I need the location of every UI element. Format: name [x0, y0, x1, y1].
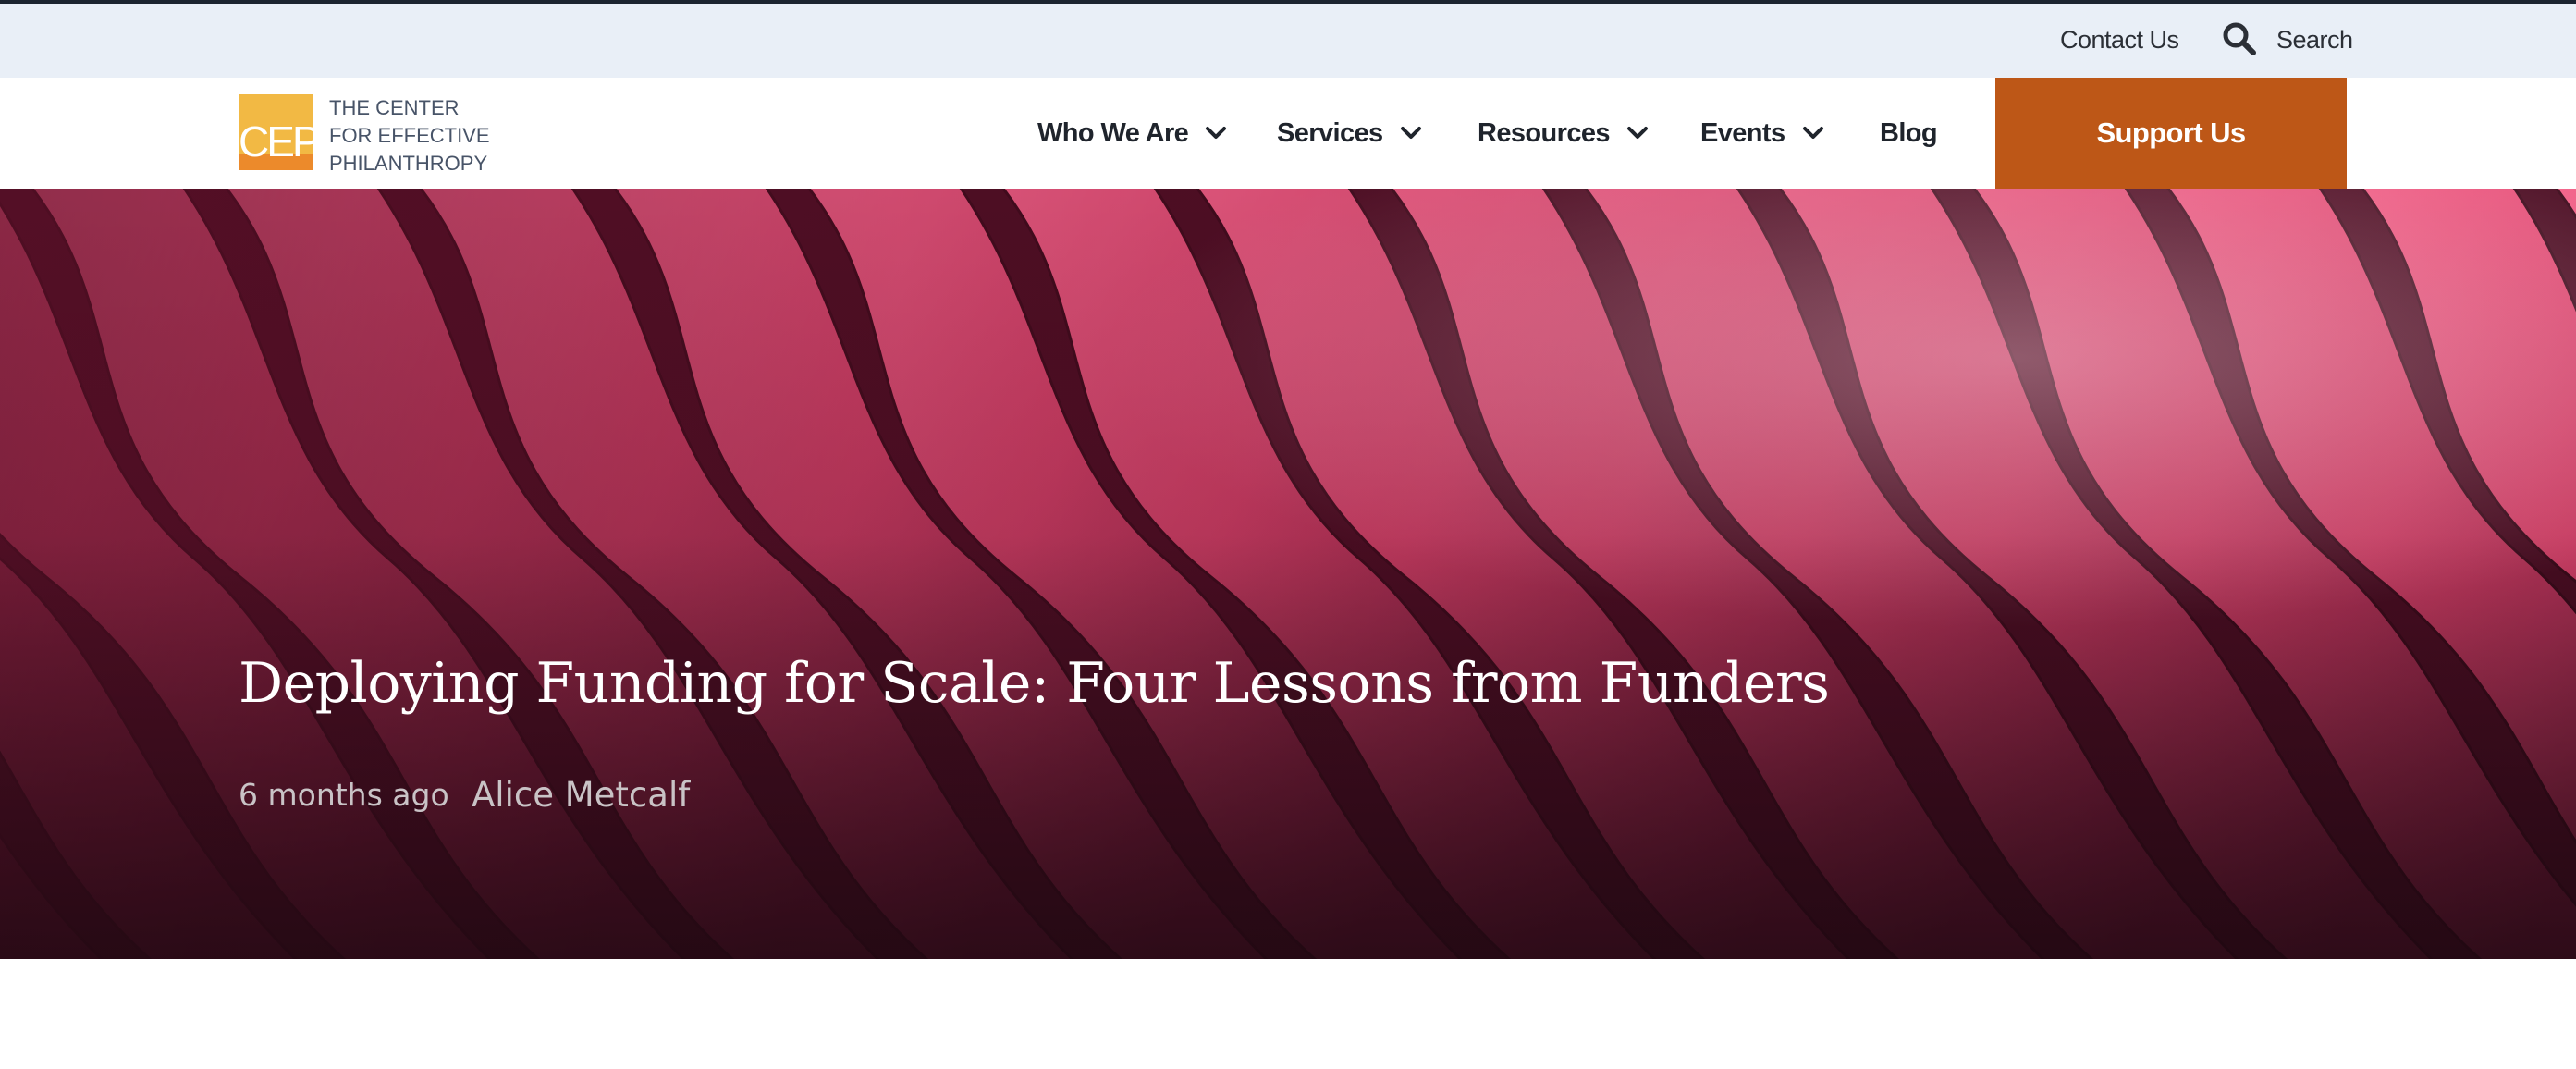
article-title: Deploying Funding for Scale: Four Lesson…	[239, 651, 1830, 716]
nav-item-who-we-are[interactable]: Who We Are	[1037, 115, 1227, 152]
logo-wordmark[interactable]: THE CENTER FOR EFFECTIVE PHILANTHROPY	[329, 94, 551, 178]
chevron-down-icon	[1400, 127, 1421, 139]
nav-item-label: Services	[1277, 117, 1383, 148]
hero-banner: Deploying Funding for Scale: Four Lesson…	[0, 189, 2576, 959]
nav-item-services[interactable]: Services	[1277, 115, 1422, 152]
nav-item-resources[interactable]: Resources	[1478, 115, 1649, 152]
chevron-down-icon	[1626, 127, 1648, 139]
logo-line: THE CENTER	[329, 96, 460, 119]
support-us-button[interactable]: Support Us	[1995, 78, 2347, 189]
logo-mark: CEP	[239, 117, 313, 166]
main-navigation: CEP THE CENTER FOR EFFECTIVE PHILANTHROP…	[0, 78, 2576, 189]
search-link[interactable]: Search	[2276, 26, 2353, 55]
contact-us-link[interactable]: Contact Us	[2060, 26, 2179, 55]
cep-logo[interactable]: CEP	[239, 94, 313, 170]
nav-item-label: Blog	[1880, 117, 1938, 148]
nav-item-events[interactable]: Events	[1700, 115, 1824, 152]
chevron-down-icon	[1206, 127, 1227, 139]
search-icon[interactable]	[2221, 20, 2258, 57]
article-date: 6 months ago	[239, 777, 449, 813]
nav-item-blog[interactable]: Blog	[1880, 115, 1938, 152]
article-author[interactable]: Alice Metcalf	[472, 775, 690, 815]
hero-background-image	[0, 189, 2576, 959]
nav-item-label: Events	[1700, 117, 1785, 148]
logo-line: PHILANTHROPY	[329, 152, 488, 175]
nav-item-label: Who We Are	[1037, 117, 1189, 148]
nav-item-label: Resources	[1478, 117, 1611, 148]
utility-bar: Contact Us Search	[0, 4, 2576, 78]
chevron-down-icon	[1802, 127, 1823, 139]
logo-line: FOR EFFECTIVE	[329, 124, 490, 147]
